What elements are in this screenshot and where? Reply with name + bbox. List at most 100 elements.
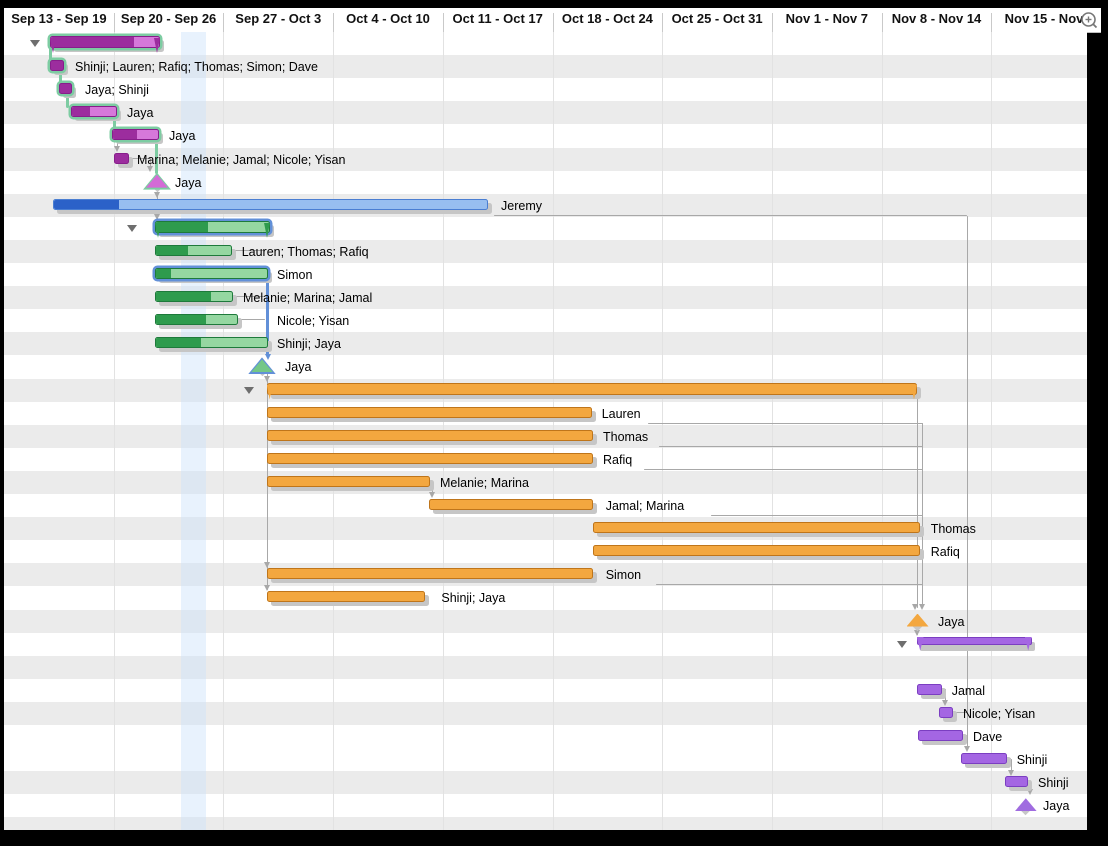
summary-bar[interactable]	[155, 221, 270, 233]
task-label: Dave	[973, 730, 1002, 744]
task-progress-fill	[156, 269, 171, 278]
dependency-arrow-icon	[147, 166, 153, 172]
task-label: Nicole; Yisan	[963, 707, 1035, 721]
dependency-line	[648, 423, 923, 424]
dependency-line	[922, 423, 923, 608]
dependency-line	[644, 469, 923, 470]
task-bar[interactable]	[917, 684, 942, 695]
row-stripe	[4, 771, 1087, 794]
task-label: Melanie; Marina	[440, 476, 529, 490]
task-label: Simon	[606, 568, 641, 582]
task-label: Jaya	[938, 615, 964, 629]
task-label: Shinji; Jaya	[277, 337, 341, 351]
dependency-arrow-icon	[964, 746, 970, 752]
row-stripe	[4, 817, 1087, 830]
summary-bar[interactable]	[267, 383, 917, 395]
task-label: Thomas	[603, 430, 648, 444]
task-bar[interactable]	[53, 199, 488, 210]
task-bar[interactable]	[593, 545, 920, 556]
week-header-label: Sep 13 - Sep 19	[11, 11, 106, 26]
task-bar[interactable]	[267, 453, 594, 464]
task-bar[interactable]	[155, 337, 268, 348]
task-bar[interactable]	[112, 129, 159, 140]
task-bar[interactable]	[155, 245, 232, 256]
dependency-arrow-icon	[912, 604, 918, 610]
milestone-diamond[interactable]	[1012, 796, 1040, 816]
task-label: Jeremy	[501, 199, 542, 213]
dependency-arrow-icon	[1008, 770, 1014, 776]
task-bar[interactable]	[939, 707, 953, 718]
task-label: Jaya	[175, 176, 201, 190]
dependency-arrow-icon	[154, 214, 160, 220]
task-bar[interactable]	[114, 153, 129, 164]
magnifier-plus-icon[interactable]	[1079, 10, 1099, 30]
task-label: Jamal; Marina	[606, 499, 685, 513]
milestone-diamond[interactable]	[904, 612, 932, 632]
header-divider	[223, 13, 224, 32]
task-bar[interactable]	[59, 83, 72, 94]
milestone-marker	[251, 359, 273, 372]
task-bar[interactable]	[267, 430, 594, 441]
week-header-label: Sep 27 - Oct 3	[235, 11, 321, 26]
dependency-line	[659, 446, 923, 447]
disclosure-triangle-icon[interactable]	[897, 641, 907, 648]
week-header-label: Sep 20 - Sep 26	[121, 11, 216, 26]
task-bar[interactable]	[267, 407, 592, 418]
row-stripe	[4, 517, 1087, 540]
task-progress-fill	[156, 222, 208, 232]
summary-bar[interactable]	[50, 36, 160, 48]
task-progress-fill	[156, 246, 188, 255]
milestone-diamond[interactable]	[143, 173, 171, 193]
milestone-diamond[interactable]	[248, 357, 276, 377]
dependency-line	[494, 215, 967, 216]
row-stripe	[4, 355, 1087, 378]
task-label: Jaya; Shinji	[85, 83, 149, 97]
task-bar[interactable]	[155, 314, 238, 325]
task-bar[interactable]	[267, 476, 430, 487]
task-label: Jaya	[1043, 799, 1069, 813]
task-bar[interactable]	[71, 106, 118, 117]
row-stripe	[4, 101, 1087, 124]
task-bar[interactable]	[267, 591, 426, 602]
row-stripe	[4, 702, 1087, 725]
task-bar[interactable]	[918, 730, 963, 741]
dependency-line	[967, 216, 968, 750]
week-header-label: Oct 4 - Oct 10	[346, 11, 430, 26]
disclosure-triangle-icon[interactable]	[127, 225, 137, 232]
disclosure-triangle-icon[interactable]	[30, 40, 40, 47]
task-bar[interactable]	[1005, 776, 1028, 787]
week-gridline	[662, 32, 663, 830]
dependency-arrow-icon	[942, 700, 948, 706]
task-bar[interactable]	[155, 268, 268, 279]
dependency-line	[711, 515, 923, 516]
dependency-arrow-icon	[114, 146, 120, 152]
dependency-arrow-icon	[264, 585, 270, 591]
row-stripe	[4, 124, 1087, 147]
dependency-arrow-icon	[264, 562, 270, 568]
milestone-marker	[907, 614, 929, 627]
row-stripe	[4, 32, 1087, 55]
task-bar[interactable]	[50, 60, 64, 71]
dependency-line	[963, 735, 967, 736]
task-bar[interactable]	[961, 753, 1007, 764]
task-label: Lauren; Thomas; Rafiq	[242, 245, 369, 259]
header-divider	[333, 13, 334, 32]
milestone-marker	[146, 175, 168, 188]
task-label: Jamal	[952, 684, 985, 698]
header-divider	[991, 13, 992, 32]
dependency-line	[238, 319, 265, 320]
task-bar[interactable]	[267, 568, 594, 579]
disclosure-triangle-icon[interactable]	[244, 387, 254, 394]
task-progress-fill	[51, 37, 134, 47]
task-bar[interactable]	[155, 291, 233, 302]
milestone-marker	[1015, 798, 1037, 811]
task-label: Jaya	[169, 129, 195, 143]
header-divider	[772, 13, 773, 32]
task-bar[interactable]	[593, 522, 920, 533]
week-gridline	[882, 32, 883, 830]
summary-bar[interactable]	[917, 637, 1032, 645]
task-bar[interactable]	[429, 499, 593, 510]
gantt-app-window: { "header": { "weeks": ["Sep 13 - Sep 19…	[0, 0, 1108, 846]
week-header-label: Oct 18 - Oct 24	[562, 11, 653, 26]
header-divider	[662, 13, 663, 32]
